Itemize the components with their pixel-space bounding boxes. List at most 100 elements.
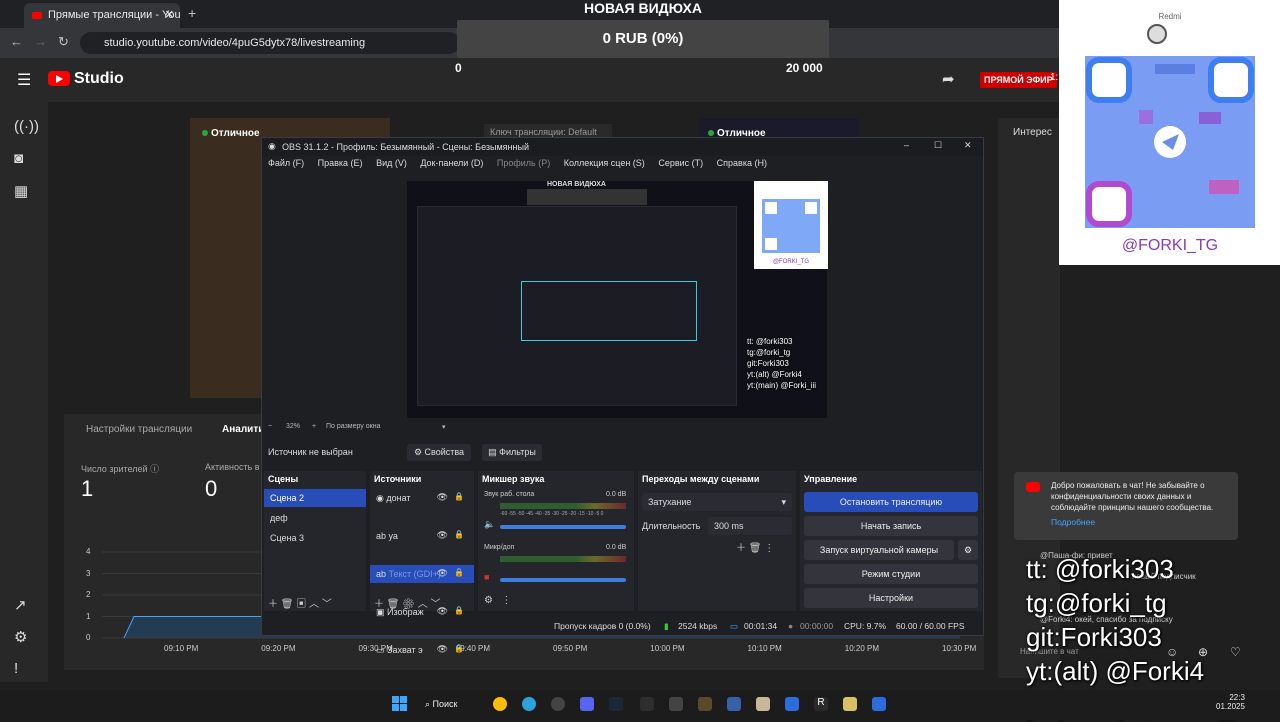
r-app-icon[interactable]: R xyxy=(814,697,828,711)
reload-icon[interactable]: ↻ xyxy=(58,34,69,50)
menu-file[interactable]: Файл (F) xyxy=(268,158,304,168)
volume-slider[interactable] xyxy=(500,525,626,529)
speaker-icon[interactable]: 🔈 xyxy=(484,519,495,530)
add-source-icon[interactable]: ＋ xyxy=(374,599,384,610)
discord-icon[interactable] xyxy=(580,697,594,711)
close-icon[interactable]: ✕ xyxy=(964,140,972,151)
start-recording-button[interactable]: Начать запись xyxy=(804,516,978,536)
move-down-icon[interactable]: ﹀ xyxy=(322,599,332,610)
zoom-in-button[interactable]: + xyxy=(312,423,316,430)
move-down-icon[interactable]: ﹀ xyxy=(431,599,441,610)
scene-item[interactable]: Сцена 3 xyxy=(264,529,366,547)
transition-select[interactable]: Затухание ▾ xyxy=(642,493,792,511)
scene-item[interactable]: Сцена 2 xyxy=(264,489,366,507)
remove-transition-icon[interactable]: 🗑 xyxy=(749,543,762,554)
camera-icon[interactable]: ◙ xyxy=(14,150,23,167)
remove-source-icon[interactable]: 🗑 xyxy=(387,599,400,610)
chrome-icon[interactable] xyxy=(493,697,507,711)
volume-slider[interactable] xyxy=(500,578,626,582)
settings-button[interactable]: Настройки xyxy=(804,588,978,608)
external-link-icon[interactable]: ↗ xyxy=(14,596,27,614)
mixer-settings-icon[interactable]: ⚙ xyxy=(484,595,493,606)
back-icon[interactable]: ← xyxy=(10,34,23,49)
telegram-icon[interactable] xyxy=(522,697,536,711)
visibility-icon[interactable]: 👁 xyxy=(437,492,448,503)
lock-icon[interactable]: 🔒 xyxy=(454,644,464,653)
properties-button[interactable]: ⚙ Свойства xyxy=(407,444,471,461)
virtual-camera-settings-icon[interactable]: ⚙ xyxy=(958,540,978,560)
steam-icon[interactable] xyxy=(609,697,623,711)
source-item[interactable]: ab уа 👁 🔒 xyxy=(370,527,474,545)
visibility-icon[interactable]: 👁 xyxy=(437,644,448,655)
chart-app-icon[interactable] xyxy=(785,697,799,711)
filters-button[interactable]: ▤ Фильтры xyxy=(482,444,542,461)
tab-stream-settings[interactable]: Настройки трансляции xyxy=(86,424,192,435)
source-item[interactable]: ▭ Захват э 👁 🔒 xyxy=(370,641,474,659)
visibility-icon[interactable]: 👁 xyxy=(437,568,448,579)
zoom-mode[interactable]: По размеру окна xyxy=(326,423,380,430)
source-item[interactable]: ab Текст (GDI+) 👁 🔒 xyxy=(370,565,474,583)
live-stream-icon[interactable]: ((·)) xyxy=(14,118,39,135)
zoom-out-button[interactable]: − xyxy=(268,423,272,430)
x-tick-label: 09:10 PM xyxy=(164,644,199,653)
forward-icon[interactable]: → xyxy=(34,34,47,49)
learn-more-link[interactable]: Подробнее xyxy=(1051,517,1230,528)
move-up-icon[interactable]: ︿ xyxy=(309,599,319,610)
taskbar-search[interactable]: ⌕ Поиск xyxy=(425,695,485,715)
app-icon[interactable] xyxy=(872,697,886,711)
minecraft-icon[interactable] xyxy=(698,697,712,711)
social-youtube-alt: yt:(alt) @Forki4 xyxy=(1026,656,1205,686)
share-icon[interactable]: ➦ xyxy=(942,70,955,88)
obs-icon[interactable] xyxy=(551,697,565,711)
url-field[interactable]: studio.youtube.com/video/4puG5dytx78/liv… xyxy=(80,32,460,54)
scene-filter-icon[interactable]: ▣ xyxy=(296,599,306,610)
source-settings-icon[interactable]: ⚙ xyxy=(402,599,415,610)
menu-profile[interactable]: Профиль (P) xyxy=(497,158,550,168)
lock-icon[interactable]: 🔒 xyxy=(454,606,464,615)
start-virtual-camera-button[interactable]: Запуск виртуальной камеры xyxy=(804,540,954,560)
move-up-icon[interactable]: ︿ xyxy=(418,599,428,610)
transition-menu-icon[interactable]: ⋮ xyxy=(764,543,774,554)
lock-icon[interactable]: 🔒 xyxy=(454,492,464,501)
menu-edit[interactable]: Правка (E) xyxy=(318,158,363,168)
app-icon[interactable] xyxy=(640,697,654,711)
app-icon[interactable] xyxy=(756,697,770,711)
browser-tab[interactable]: Прямые трансляции - YouTub ✕ xyxy=(24,3,180,28)
scene-item[interactable]: деф xyxy=(264,509,366,527)
menu-tools[interactable]: Сервис (T) xyxy=(658,158,703,168)
settings-gear-icon[interactable]: ⚙ xyxy=(14,628,27,646)
menu-scene-collection[interactable]: Коллекция сцен (S) xyxy=(564,158,645,168)
mixer-menu-icon[interactable]: ⋮ xyxy=(501,595,511,606)
muted-mic-icon[interactable]: ■ xyxy=(484,572,489,582)
close-tab-icon[interactable]: ✕ xyxy=(165,8,174,21)
add-scene-icon[interactable]: ＋ xyxy=(268,599,278,610)
menu-help[interactable]: Справка (H) xyxy=(717,158,767,168)
calendar-icon[interactable]: ▦ xyxy=(14,182,28,200)
app-icon[interactable] xyxy=(727,697,741,711)
hamburger-menu-icon[interactable]: ☰ xyxy=(17,70,31,90)
feedback-icon[interactable]: ! xyxy=(14,660,18,677)
new-tab-icon[interactable]: + xyxy=(188,5,196,21)
add-transition-icon[interactable]: ＋ xyxy=(736,543,746,554)
lock-icon[interactable]: 🔒 xyxy=(454,530,464,539)
folder-icon[interactable] xyxy=(843,697,857,711)
source-item[interactable]: ◉ донат 👁 🔒 xyxy=(370,489,474,507)
lock-icon[interactable]: 🔒 xyxy=(454,568,464,577)
minimize-icon[interactable]: – xyxy=(904,140,909,150)
menu-docks[interactable]: Док-панели (D) xyxy=(420,158,483,168)
app-icon[interactable] xyxy=(669,697,683,711)
studio-mode-button[interactable]: Режим студии xyxy=(804,564,978,584)
remove-scene-icon[interactable]: 🗑 xyxy=(281,599,294,610)
stop-streaming-button[interactable]: Остановить трансляцию xyxy=(804,492,978,512)
activity-value: 0 xyxy=(205,476,218,501)
zoom-dropdown-icon[interactable]: ▾ xyxy=(442,423,446,431)
visibility-icon[interactable]: 👁 xyxy=(437,530,448,541)
live-icon: ▭ xyxy=(730,621,739,631)
mixer-channel-db: 0.0 dB xyxy=(606,544,627,551)
tab-analytics[interactable]: Аналити xyxy=(222,424,264,435)
windows-start-icon[interactable] xyxy=(392,696,407,711)
studio-logo[interactable]: Studio xyxy=(48,70,124,88)
maximize-icon[interactable]: ☐ xyxy=(934,140,942,151)
menu-view[interactable]: Вид (V) xyxy=(376,158,407,168)
duration-input[interactable]: 300 ms xyxy=(708,517,792,535)
